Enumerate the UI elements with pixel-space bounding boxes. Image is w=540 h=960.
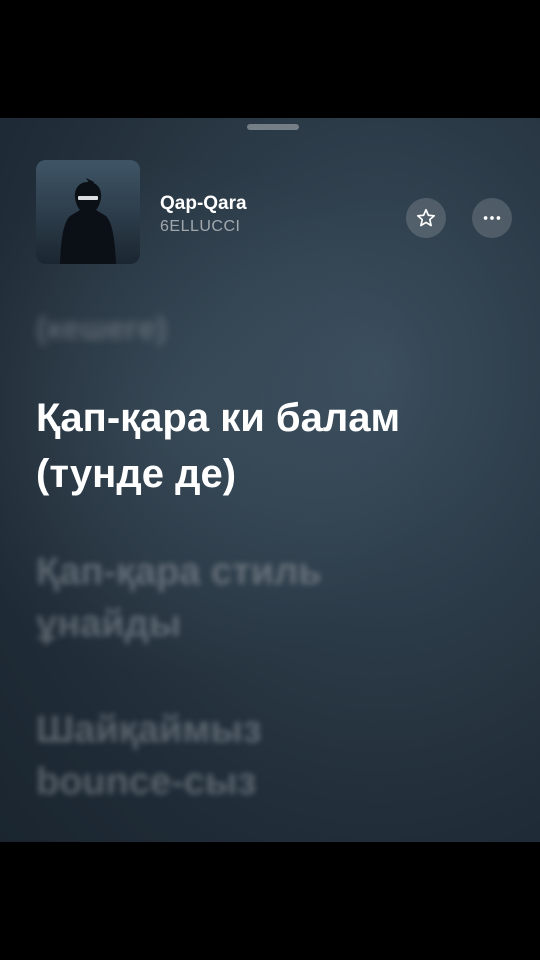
more-options-button[interactable]	[472, 198, 512, 238]
now-playing-lyrics-sheet: Qap-Qara 6ELLUCCI (кешеге) Қап-қара ки б…	[0, 118, 540, 842]
lyric-text: (тунде де)	[36, 452, 237, 496]
lyric-text: ұнайды	[36, 603, 182, 645]
sheet-grabber-handle[interactable]	[247, 124, 299, 130]
favorite-button[interactable]	[406, 198, 446, 238]
track-title: Qap-Qara	[160, 193, 247, 214]
lyric-line-previous[interactable]: (кешеге)	[36, 308, 516, 348]
star-outline-icon	[416, 208, 436, 227]
lyric-text: Қап-қара ки балам	[36, 396, 401, 440]
lyric-text: Қап-қара стиль	[36, 551, 322, 593]
track-artist[interactable]: 6ELLUCCI	[160, 216, 247, 238]
lyric-text: (кешеге)	[36, 310, 167, 346]
album-artwork-image	[36, 160, 140, 264]
lyric-line-current[interactable]: Қап-қара ки балам (тунде де)	[36, 390, 516, 502]
lyric-line-upcoming[interactable]: Шайқаймыз bounce-сыз	[36, 704, 516, 808]
lyric-text: bounce-сыз	[36, 761, 257, 803]
album-artwork[interactable]	[36, 160, 140, 264]
lyric-line-upcoming[interactable]: Қап-қара стиль ұнайды	[36, 546, 516, 650]
ellipsis-icon	[483, 216, 501, 220]
lyric-text: Шайқаймыз	[36, 709, 262, 751]
track-info: Qap-Qara 6ELLUCCI	[160, 192, 247, 238]
